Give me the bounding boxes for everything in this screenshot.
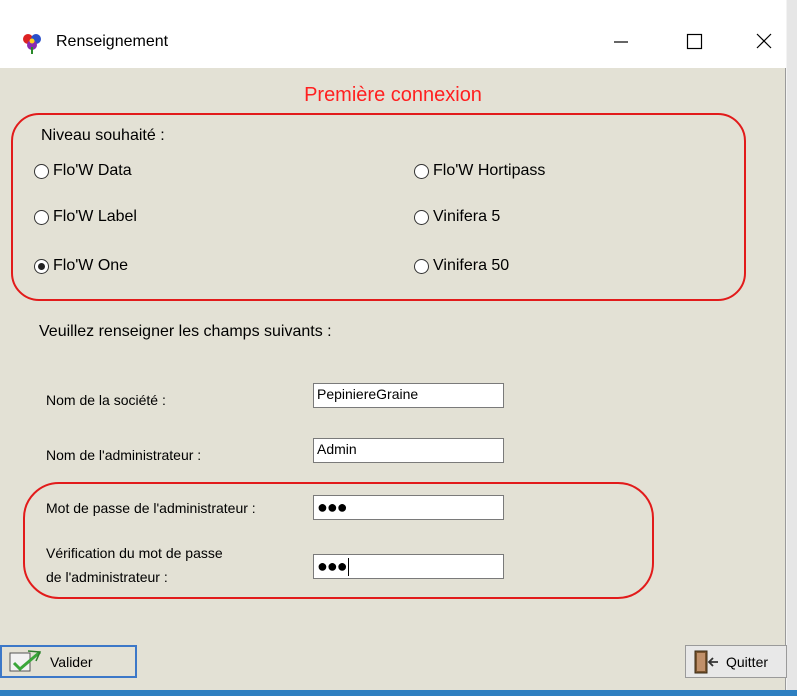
verify-label-line1: Vérification du mot de passe bbox=[46, 545, 223, 561]
radio-vinifera-50[interactable]: Vinifera 50 bbox=[414, 257, 509, 275]
radio-indicator bbox=[414, 258, 429, 274]
check-icon bbox=[9, 649, 42, 671]
verify-password-mask: ●●● bbox=[317, 556, 348, 576]
company-label: Nom de la société : bbox=[46, 392, 166, 408]
radio-label: Flo'W Label bbox=[53, 208, 137, 225]
radio-flow-label[interactable]: Flo'W Label bbox=[34, 208, 137, 226]
maximize-button[interactable] bbox=[671, 22, 717, 62]
close-icon bbox=[756, 33, 772, 49]
radio-indicator bbox=[34, 163, 49, 179]
quit-label: Quitter bbox=[726, 653, 769, 670]
minimize-button[interactable] bbox=[598, 22, 644, 62]
radio-label: Flo'W One bbox=[53, 257, 129, 274]
text-cursor bbox=[347, 558, 349, 577]
page-heading: Première connexion bbox=[304, 84, 482, 106]
password-mask: ●●● bbox=[317, 497, 348, 517]
radio-indicator bbox=[34, 209, 49, 225]
radio-label: Vinifera 50 bbox=[433, 257, 510, 274]
radio-indicator bbox=[414, 163, 429, 179]
minimize-icon bbox=[614, 41, 628, 43]
radio-indicator bbox=[414, 209, 429, 225]
maximize-icon bbox=[686, 33, 703, 50]
radio-flow-one[interactable]: Flo'W One bbox=[34, 257, 128, 275]
password-label: Mot de passe de l'administrateur : bbox=[46, 500, 256, 516]
radio-label: Flo'W Hortipass bbox=[433, 162, 546, 179]
close-button[interactable] bbox=[741, 22, 787, 62]
window-title: Renseignement bbox=[56, 33, 169, 50]
desktop-background-right bbox=[787, 0, 797, 696]
validate-label: Valider bbox=[50, 653, 93, 670]
radio-indicator-selected bbox=[34, 258, 49, 274]
admin-name-label: Nom de l'administrateur : bbox=[46, 447, 202, 463]
password-field[interactable]: ●●● bbox=[313, 495, 504, 520]
taskbar-strip bbox=[0, 690, 797, 696]
radio-flow-hortipass[interactable]: Flo'W Hortipass bbox=[414, 162, 545, 180]
title-bar[interactable]: Renseignement bbox=[0, 0, 786, 68]
exit-door-icon bbox=[694, 650, 718, 673]
radio-label: Vinifera 5 bbox=[433, 208, 501, 225]
dialog-window: Renseignement Première connexion Niveau … bbox=[0, 0, 787, 690]
radio-flow-data[interactable]: Flo'W Data bbox=[34, 162, 132, 180]
level-label: Niveau souhaité : bbox=[41, 127, 165, 144]
validate-button[interactable]: Valider bbox=[0, 645, 137, 678]
radio-vinifera-5[interactable]: Vinifera 5 bbox=[414, 208, 500, 226]
radio-label: Flo'W Data bbox=[53, 162, 132, 179]
app-flower-icon bbox=[23, 34, 41, 54]
admin-name-field[interactable]: Admin bbox=[313, 438, 504, 463]
verify-label-line2: de l'administrateur : bbox=[46, 569, 168, 585]
company-field[interactable]: PepiniereGraine bbox=[313, 383, 504, 408]
verify-password-field[interactable]: ●●● bbox=[313, 554, 504, 579]
quit-button[interactable]: Quitter bbox=[685, 645, 787, 678]
form-intro: Veuillez renseigner les champs suivants … bbox=[39, 323, 332, 340]
